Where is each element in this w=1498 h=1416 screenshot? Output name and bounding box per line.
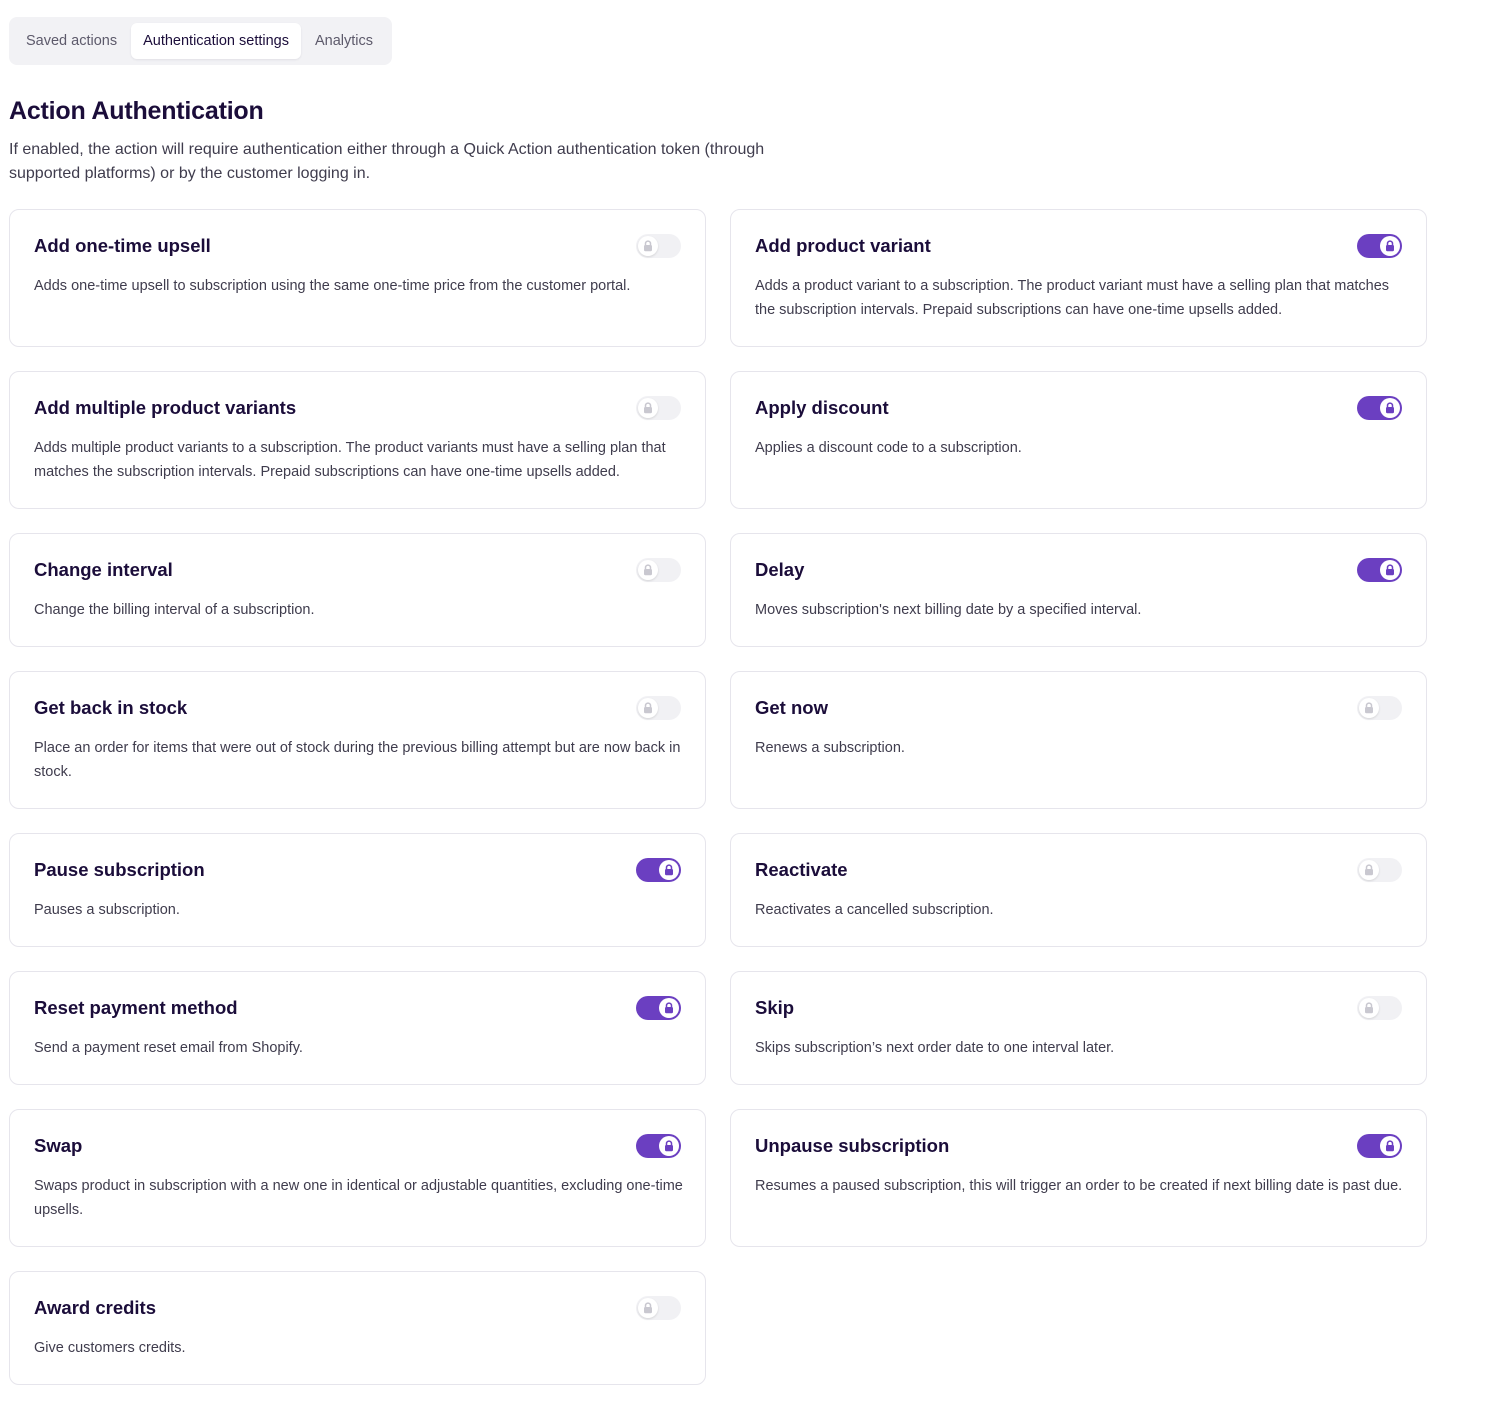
auth-toggle[interactable] [636, 1134, 681, 1158]
action-description: Adds multiple product variants to a subs… [34, 440, 666, 480]
action-card: Pause subscription Pauses a subscription… [9, 833, 706, 947]
action-card: Reset payment method Send a payment rese… [9, 971, 706, 1085]
action-description: Renews a subscription. [755, 740, 905, 756]
tab-saved-actions[interactable]: Saved actions [14, 23, 129, 59]
action-title: Change interval [34, 559, 173, 580]
action-card: Swap Swaps product in subscription with … [9, 1109, 706, 1247]
action-card: Add product variant Adds a product varia… [730, 209, 1427, 347]
action-title: Pause subscription [34, 859, 205, 880]
action-card: Get now Renews a subscription. [730, 671, 1427, 809]
action-description: Swaps product in subscription with a new… [34, 1178, 683, 1218]
action-description: Change the billing interval of a subscri… [34, 602, 315, 618]
action-description: Resumes a paused subscription, this will… [755, 1178, 1403, 1194]
auth-toggle[interactable] [636, 234, 681, 258]
auth-toggle[interactable] [1357, 396, 1402, 420]
tab-bar: Saved actions Authentication settings An… [9, 17, 393, 65]
lock-icon [1380, 398, 1400, 418]
tab-analytics[interactable]: Analytics [303, 23, 385, 59]
action-description: Applies a discount code to a subscriptio… [755, 440, 1022, 456]
action-card: Award credits Give customers credits. [9, 1271, 706, 1385]
action-title: Reset payment method [34, 997, 238, 1018]
action-title: Unpause subscription [755, 1135, 950, 1156]
auth-toggle[interactable] [1357, 234, 1402, 258]
page-title: Action Authentication [9, 97, 264, 125]
action-card: Delay Moves subscription's next billing … [730, 533, 1427, 647]
action-description: Pauses a subscription. [34, 902, 180, 918]
action-title: Reactivate [755, 859, 848, 880]
action-description: Skips subscription’s next order date to … [755, 1040, 1115, 1056]
lock-icon [1359, 698, 1379, 718]
action-card: Skip Skips subscription’s next order dat… [730, 971, 1427, 1085]
auth-toggle[interactable] [1357, 696, 1402, 720]
action-description: Reactivates a cancelled subscription. [755, 902, 994, 918]
action-description: Place an order for items that were out o… [34, 740, 681, 780]
lock-icon [638, 236, 658, 256]
page: Saved actions Authentication settings An… [0, 0, 1498, 1416]
lock-icon [1359, 860, 1379, 880]
lock-icon [1359, 998, 1379, 1018]
lock-icon [638, 1298, 658, 1318]
auth-toggle[interactable] [636, 1296, 681, 1320]
action-card: Add multiple product variants Adds multi… [9, 371, 706, 509]
lock-icon [1380, 236, 1400, 256]
lock-icon [1380, 1136, 1400, 1156]
action-title: Swap [34, 1135, 83, 1156]
lock-icon [1380, 560, 1400, 580]
lock-icon [638, 560, 658, 580]
action-title: Delay [755, 559, 805, 580]
action-title: Add multiple product variants [34, 397, 297, 418]
auth-toggle[interactable] [1357, 1134, 1402, 1158]
action-title: Add product variant [755, 235, 931, 256]
page-description: If enabled, the action will require auth… [9, 141, 765, 182]
lock-icon [638, 698, 658, 718]
auth-toggle[interactable] [636, 696, 681, 720]
action-title: Skip [755, 997, 795, 1018]
action-card: Reactivate Reactivates a cancelled subsc… [730, 833, 1427, 947]
action-card: Unpause subscription Resumes a paused su… [730, 1109, 1427, 1247]
action-title: Award credits [34, 1297, 157, 1318]
action-description: Moves subscription's next billing date b… [755, 602, 1142, 618]
action-description: Adds one-time upsell to subscription usi… [34, 278, 631, 294]
action-card: Get back in stock Place an order for ite… [9, 671, 706, 809]
action-description: Adds a product variant to a subscription… [755, 278, 1390, 318]
auth-toggle[interactable] [636, 396, 681, 420]
action-card: Change interval Change the billing inter… [9, 533, 706, 647]
auth-toggle[interactable] [1357, 558, 1402, 582]
auth-toggle[interactable] [636, 996, 681, 1020]
tab-authentication-settings[interactable]: Authentication settings [131, 23, 301, 59]
action-title: Apply discount [755, 397, 889, 418]
action-card: Add one-time upsell Adds one-time upsell… [9, 209, 706, 347]
lock-icon [659, 998, 679, 1018]
auth-toggle[interactable] [636, 558, 681, 582]
action-card: Apply discount Applies a discount code t… [730, 371, 1427, 509]
auth-toggle[interactable] [1357, 858, 1402, 882]
lock-icon [659, 860, 679, 880]
action-title: Get back in stock [34, 697, 188, 718]
action-title: Add one-time upsell [34, 235, 211, 256]
action-title: Get now [755, 697, 828, 718]
auth-toggle[interactable] [1357, 996, 1402, 1020]
lock-icon [638, 398, 658, 418]
action-description: Give customers credits. [34, 1340, 186, 1356]
action-description: Send a payment reset email from Shopify. [34, 1040, 303, 1056]
auth-toggle[interactable] [636, 858, 681, 882]
lock-icon [659, 1136, 679, 1156]
